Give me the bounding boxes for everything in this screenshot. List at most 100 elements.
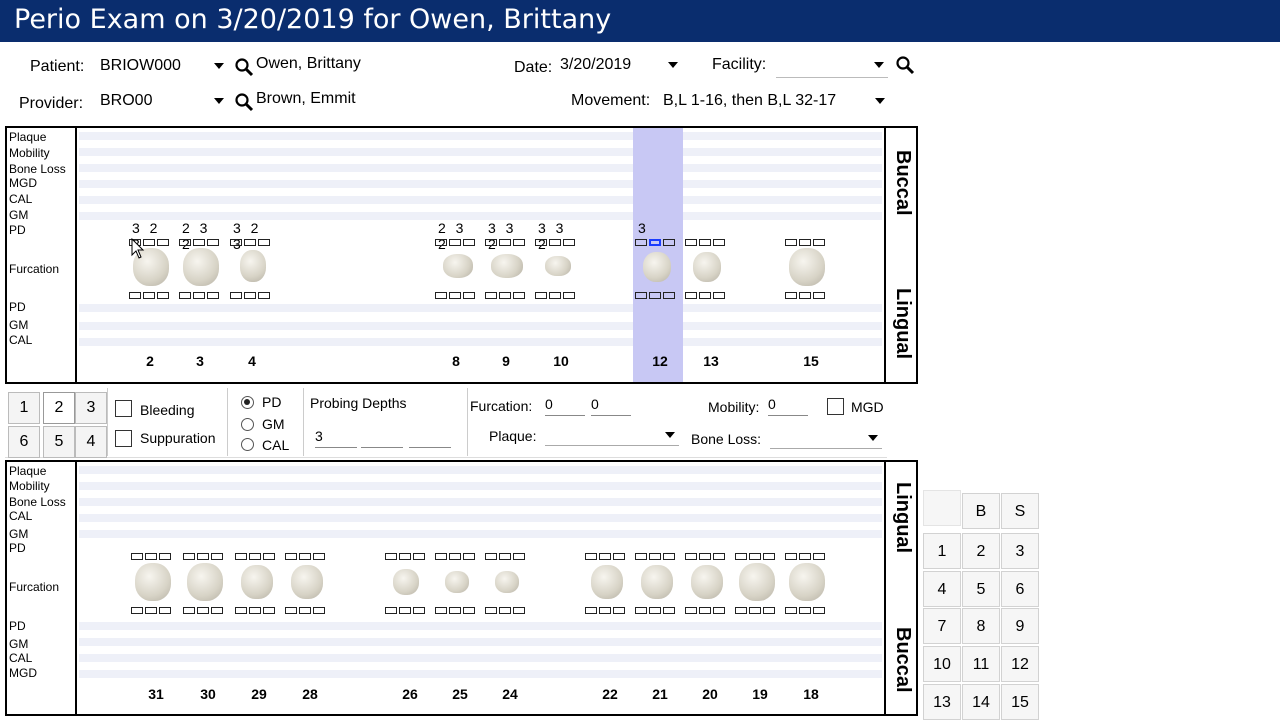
pd-radio-label: PD xyxy=(262,394,282,410)
tooth-10[interactable]: 3 3 2 xyxy=(535,220,579,300)
keypad-key-7[interactable]: 7 xyxy=(923,608,961,644)
facility-select[interactable] xyxy=(776,56,888,78)
tooth-number: 31 xyxy=(148,686,164,702)
tooth-number: 21 xyxy=(652,686,668,702)
side-label-buccal: Buccal xyxy=(892,150,914,216)
gm-radio[interactable] xyxy=(241,418,254,431)
tooth-number: 24 xyxy=(502,686,518,702)
tooth-31[interactable] xyxy=(131,553,175,633)
keypad-key-5[interactable]: 5 xyxy=(962,571,1000,607)
patient-select[interactable]: BRIOW000 xyxy=(100,57,228,79)
tooth-24[interactable] xyxy=(485,553,529,633)
site-button-1[interactable]: 1 xyxy=(8,392,40,424)
tooth-number: 18 xyxy=(803,686,819,702)
probing-depth-2[interactable] xyxy=(361,428,403,448)
tooth-28[interactable] xyxy=(285,553,329,633)
gm-radio-label: GM xyxy=(262,416,285,432)
upper-row-labels: Plaque Mobility Bone Loss MGD CAL GM PD … xyxy=(7,128,77,382)
probing-depth-1[interactable]: 3 xyxy=(315,428,357,448)
keypad-key-8[interactable]: 8 xyxy=(962,608,1000,644)
keypad-key-9[interactable]: 9 xyxy=(1001,608,1039,644)
mgd-checkbox[interactable] xyxy=(827,398,844,415)
tooth-13[interactable] xyxy=(685,220,729,300)
keypad-key-10[interactable]: 10 xyxy=(923,646,961,682)
tooth-number: 15 xyxy=(803,353,819,369)
suppuration-checkbox[interactable] xyxy=(115,430,132,447)
plaque-select[interactable] xyxy=(545,426,679,446)
tooth-number: 13 xyxy=(703,353,719,369)
tooth-4[interactable]: 3 2 3 xyxy=(230,220,274,300)
tooth-2[interactable]: 3 2 3 xyxy=(129,220,173,300)
patient-search-icon[interactable] xyxy=(234,57,254,77)
site-button-6[interactable]: 6 xyxy=(8,426,40,458)
tooth-30[interactable] xyxy=(183,553,227,633)
bone-loss-label: Bone Loss: xyxy=(691,431,762,447)
tooth-21[interactable] xyxy=(635,553,679,633)
tooth-3[interactable]: 2 3 2 xyxy=(179,220,223,300)
tooth-9[interactable]: 3 3 2 xyxy=(485,220,529,300)
tooth-26[interactable] xyxy=(385,553,429,633)
keypad-key-4[interactable]: 4 xyxy=(923,571,961,607)
furcation-value-1[interactable]: 0 xyxy=(545,396,585,416)
tooth-number: 29 xyxy=(251,686,267,702)
facility-label: Facility: xyxy=(712,56,767,73)
site-button-4[interactable]: 4 xyxy=(75,426,107,458)
furcation-label: Furcation: xyxy=(470,398,533,414)
row-label: GM xyxy=(9,208,29,222)
tooth-20[interactable] xyxy=(685,553,729,633)
keypad-key-12[interactable]: 12 xyxy=(1001,646,1039,682)
tooth-number: 28 xyxy=(302,686,318,702)
bone-loss-select[interactable] xyxy=(770,429,882,449)
site-button-2[interactable]: 2 xyxy=(43,392,75,424)
tooth-12[interactable]: 3 xyxy=(635,220,679,300)
tooth-15[interactable] xyxy=(785,220,829,300)
bleeding-checkbox[interactable] xyxy=(115,400,132,417)
tooth-number: 8 xyxy=(452,353,460,369)
movement-select[interactable]: B,L 1-16, then B,L 32-17 xyxy=(663,92,889,114)
provider-search-icon[interactable] xyxy=(234,92,254,112)
upper-side-labels: Buccal Lingual xyxy=(884,128,916,382)
date-label: Date: xyxy=(514,59,553,76)
keypad-key-15[interactable]: 15 xyxy=(1001,684,1039,720)
tooth-number: 22 xyxy=(602,686,618,702)
keypad-s-button[interactable]: S xyxy=(1001,493,1039,529)
keypad-key-13[interactable]: 13 xyxy=(923,684,961,720)
mgd-label: MGD xyxy=(851,399,884,415)
tooth-29[interactable] xyxy=(235,553,279,633)
tooth-18[interactable] xyxy=(785,553,829,633)
keypad-key-1[interactable]: 1 xyxy=(923,533,961,569)
keypad-key-11[interactable]: 11 xyxy=(962,646,1000,682)
facility-search-icon[interactable] xyxy=(895,55,915,75)
tooth-8[interactable]: 2 3 2 xyxy=(435,220,479,300)
furcation-value-2[interactable]: 0 xyxy=(591,396,631,416)
pd-radio[interactable] xyxy=(241,396,254,409)
row-label: Mobility xyxy=(9,479,50,493)
provider-select[interactable]: BRO00 xyxy=(100,92,228,114)
row-label: PD xyxy=(9,619,26,633)
side-label-buccal: Buccal xyxy=(892,627,914,693)
date-select[interactable]: 3/20/2019 xyxy=(560,56,682,78)
mobility-value[interactable]: 0 xyxy=(768,396,808,416)
site-button-3[interactable]: 3 xyxy=(75,392,107,424)
probing-depths-label: Probing Depths xyxy=(310,395,407,411)
keypad-key-6[interactable]: 6 xyxy=(1001,571,1039,607)
row-label: CAL xyxy=(9,651,33,665)
row-label: GM xyxy=(9,527,29,541)
keypad-b-button[interactable]: B xyxy=(962,493,1000,529)
row-label: CAL xyxy=(9,509,33,523)
tooth-22[interactable] xyxy=(585,553,629,633)
provider-label: Provider: xyxy=(19,95,84,112)
tooth-19[interactable] xyxy=(735,553,779,633)
keypad-key-2[interactable]: 2 xyxy=(962,533,1000,569)
lower-side-labels: Lingual Buccal xyxy=(884,462,916,714)
keypad-key-3[interactable]: 3 xyxy=(1001,533,1039,569)
keypad-key-14[interactable]: 14 xyxy=(962,684,1000,720)
tooth-number: 12 xyxy=(652,353,668,369)
site-button-5[interactable]: 5 xyxy=(43,426,75,458)
cal-radio[interactable] xyxy=(241,438,254,451)
tooth-number: 9 xyxy=(502,353,510,369)
row-label: Bone Loss xyxy=(9,495,66,509)
row-label: PD xyxy=(9,541,26,555)
probing-depth-3[interactable] xyxy=(409,428,451,448)
tooth-25[interactable] xyxy=(435,553,479,633)
